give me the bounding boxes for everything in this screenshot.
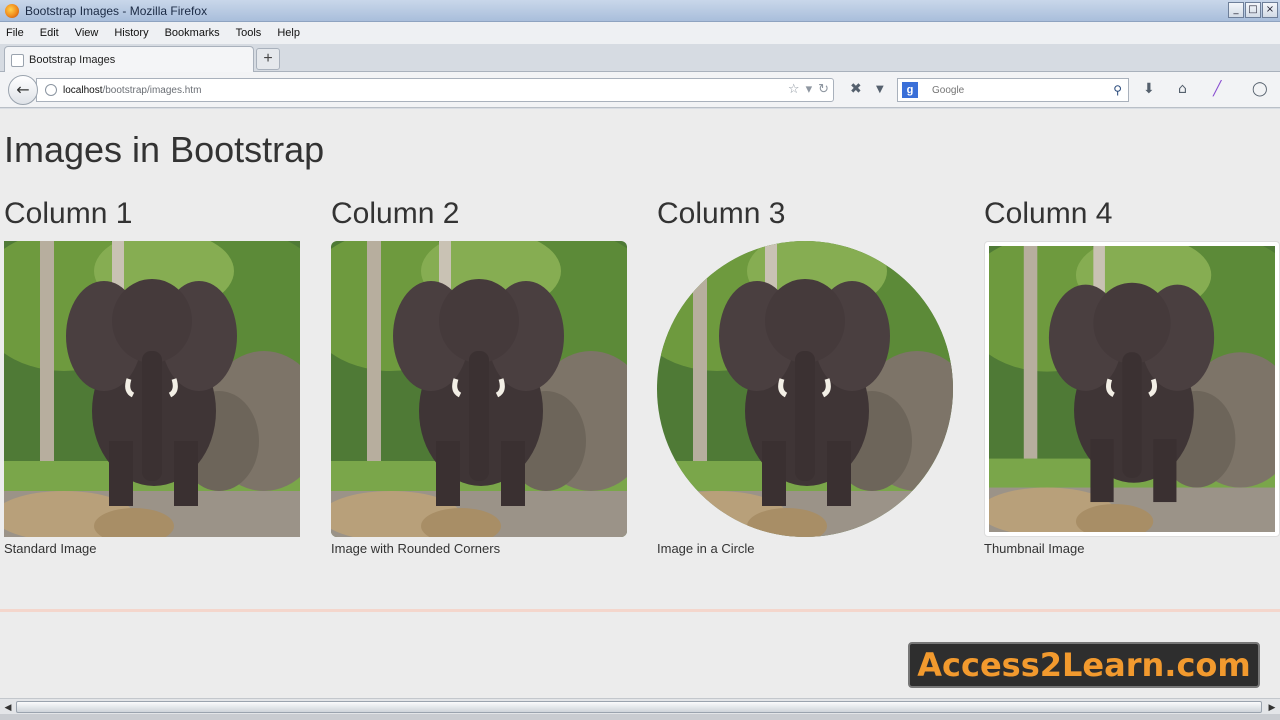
menu-view[interactable]: View [75, 27, 99, 39]
page-favicon-icon [11, 53, 24, 67]
addon-circle-icon[interactable]: ◯ [1252, 81, 1268, 97]
column-caption: Image in a Circle [657, 541, 755, 556]
addon-dropdown-icon[interactable]: ▼ [876, 84, 884, 95]
google-engine-icon[interactable]: g [902, 82, 918, 98]
url-bar[interactable]: localhost/bootstrap/images.htm ☆ ▾ ↻ [36, 78, 834, 102]
thumbnail-frame [984, 241, 1280, 537]
menu-bookmarks[interactable]: Bookmarks [165, 27, 220, 39]
downloads-icon[interactable]: ⬇ [1143, 81, 1155, 97]
elephant-rounded-image [331, 241, 627, 537]
column-heading: Column 4 [984, 197, 1113, 230]
column-caption: Standard Image [4, 541, 97, 556]
scrollbar-thumb[interactable] [16, 701, 1262, 713]
url-text[interactable]: localhost/bootstrap/images.htm [63, 85, 201, 96]
new-tab-button[interactable]: + [256, 48, 280, 70]
window-titlebar: Bootstrap Images - Mozilla Firefox _ □ × [0, 0, 1280, 22]
column-caption: Thumbnail Image [984, 541, 1085, 556]
column-1: Column 1 Standard Image [4, 197, 304, 556]
back-arrow-icon: ← [16, 80, 30, 99]
bookmark-star-icon[interactable]: ☆ [788, 82, 800, 97]
column-3: Column 3 Image in a Circle [657, 197, 957, 556]
scroll-right-icon[interactable]: ▶ [1266, 701, 1278, 713]
page-content: Images in Bootstrap Column 1 Standard Im… [0, 109, 1280, 699]
access2learn-watermark: Access2Learn.com [908, 642, 1260, 688]
search-icon[interactable]: ⚲ [1113, 83, 1122, 97]
column-heading: Column 2 [331, 197, 460, 230]
search-bar[interactable]: g ⚲ [897, 78, 1129, 102]
column-4: Column 4 Thumbnail Image [984, 197, 1280, 556]
close-button[interactable]: × [1262, 2, 1278, 18]
firefox-logo-icon [5, 3, 19, 18]
column-heading: Column 3 [657, 197, 786, 230]
navigation-bar: localhost/bootstrap/images.htm ☆ ▾ ↻ ← ✖… [0, 72, 1280, 108]
menu-edit[interactable]: Edit [40, 27, 59, 39]
column-caption: Image with Rounded Corners [331, 541, 501, 556]
addon-blocked-icon[interactable]: ✖ [850, 81, 862, 97]
window-controls: _ □ × [1228, 2, 1278, 18]
elephant-thumbnail-image [989, 246, 1275, 532]
search-input[interactable] [932, 84, 1092, 96]
menu-tools[interactable]: Tools [236, 27, 262, 39]
elephant-circle-image [657, 241, 953, 537]
tab-bootstrap-images[interactable]: Bootstrap Images [4, 46, 254, 73]
globe-icon [45, 84, 57, 96]
pen-icon[interactable]: ╱ [1213, 81, 1221, 97]
column-heading: Column 1 [4, 197, 133, 230]
scroll-left-icon[interactable]: ◀ [2, 701, 14, 713]
menu-history[interactable]: History [114, 27, 148, 39]
menu-bar: File Edit View History Bookmarks Tools H… [0, 22, 1280, 44]
minimize-button[interactable]: _ [1228, 2, 1244, 18]
page-title: Images in Bootstrap [4, 129, 325, 170]
url-path: /bootstrap/images.htm [102, 84, 202, 96]
status-bar [0, 714, 1280, 720]
reload-icon[interactable]: ↻ [818, 82, 829, 97]
maximize-button[interactable]: □ [1245, 2, 1261, 18]
url-host: localhost [63, 84, 103, 96]
history-dropdown-icon[interactable]: ▾ [806, 82, 813, 97]
menu-help[interactable]: Help [277, 27, 300, 39]
horizontal-scrollbar[interactable]: ◀ ▶ [0, 698, 1280, 714]
tab-label: Bootstrap Images [29, 54, 116, 66]
menu-file[interactable]: File [6, 27, 24, 39]
column-2: Column 2 Image with Rounded Corners [331, 197, 631, 556]
window-title: Bootstrap Images - Mozilla Firefox [25, 3, 208, 18]
home-icon[interactable]: ⌂ [1178, 81, 1187, 97]
back-button[interactable]: ← [8, 75, 38, 105]
elephant-standard-image [4, 241, 300, 537]
tab-strip: Bootstrap Images + [0, 44, 1280, 73]
horizontal-rule [0, 609, 1280, 612]
